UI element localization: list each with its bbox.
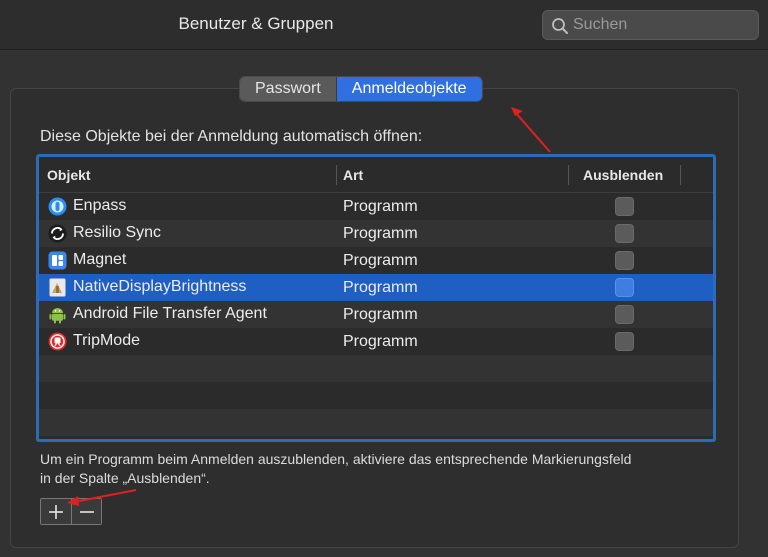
empty-row — [39, 409, 713, 436]
table-row[interactable]: Android File Transfer Agent Programm — [39, 301, 713, 328]
plus-icon — [49, 504, 63, 519]
section-heading: Diese Objekte bei der Anmeldung automati… — [40, 128, 423, 145]
hide-checkbox[interactable] — [615, 197, 634, 216]
search-field[interactable] — [542, 10, 759, 40]
item-name: Resilio Sync — [73, 224, 162, 241]
item-name: NativeDisplayBrightness — [73, 278, 247, 295]
magnet-icon — [48, 251, 67, 270]
add-button[interactable] — [41, 499, 71, 524]
item-name: Enpass — [73, 197, 127, 214]
table-header: Objekt Art Ausblenden — [39, 157, 713, 193]
tab-bar: Passwort Anmeldeobjekte — [239, 76, 483, 102]
minus-icon — [79, 510, 94, 513]
table-row[interactable]: NativeDisplayBrightness Programm — [39, 274, 713, 301]
item-kind: Programm — [343, 333, 418, 350]
tab-anmeldeobjekte[interactable]: Anmeldeobjekte — [335, 77, 482, 101]
item-name: Android File Transfer Agent — [73, 305, 267, 322]
item-kind: Programm — [343, 225, 418, 242]
enpass-icon — [48, 197, 67, 216]
column-header-ausblenden[interactable]: Ausblenden — [583, 167, 663, 183]
item-kind: Programm — [343, 279, 418, 296]
table-row[interactable]: Magnet Programm — [39, 247, 713, 274]
item-kind: Programm — [343, 198, 418, 215]
hide-checkbox[interactable] — [615, 278, 634, 297]
table-body: Enpass Programm Resilio Sync Programm Ma… — [39, 193, 713, 436]
table-row[interactable]: Enpass Programm — [39, 193, 713, 220]
item-name: TripMode — [73, 332, 140, 349]
item-kind: Programm — [343, 306, 418, 323]
search-input[interactable] — [573, 15, 753, 35]
hint-text: Um ein Programm beim Anmelden auszublend… — [40, 451, 632, 486]
login-items-table: Objekt Art Ausblenden Enpass Programm Re… — [36, 154, 716, 442]
tab-passwort[interactable]: Passwort — [240, 77, 336, 101]
app-generic-icon — [49, 278, 66, 297]
empty-row — [39, 355, 713, 382]
window-titlebar: Benutzer & Gruppen — [0, 0, 768, 50]
column-header-objekt[interactable]: Objekt — [47, 167, 91, 183]
table-row[interactable]: Resilio Sync Programm — [39, 220, 713, 247]
column-divider — [568, 165, 569, 185]
add-remove-buttons — [40, 498, 102, 525]
column-divider — [336, 165, 337, 185]
tripmode-icon — [48, 332, 67, 351]
resilio-sync-icon — [48, 224, 67, 243]
hide-checkbox[interactable] — [615, 251, 634, 270]
window-title: Benutzer & Gruppen — [178, 14, 334, 33]
hide-checkbox[interactable] — [615, 305, 634, 324]
column-header-art[interactable]: Art — [343, 167, 363, 183]
hide-checkbox[interactable] — [615, 332, 634, 351]
table-row[interactable]: TripMode Programm — [39, 328, 713, 355]
empty-row — [39, 382, 713, 409]
column-divider — [680, 165, 681, 185]
search-icon — [552, 18, 568, 34]
remove-button[interactable] — [71, 499, 101, 524]
hide-checkbox[interactable] — [615, 224, 634, 243]
item-kind: Programm — [343, 252, 418, 269]
android-icon — [49, 308, 66, 324]
item-name: Magnet — [73, 251, 127, 268]
